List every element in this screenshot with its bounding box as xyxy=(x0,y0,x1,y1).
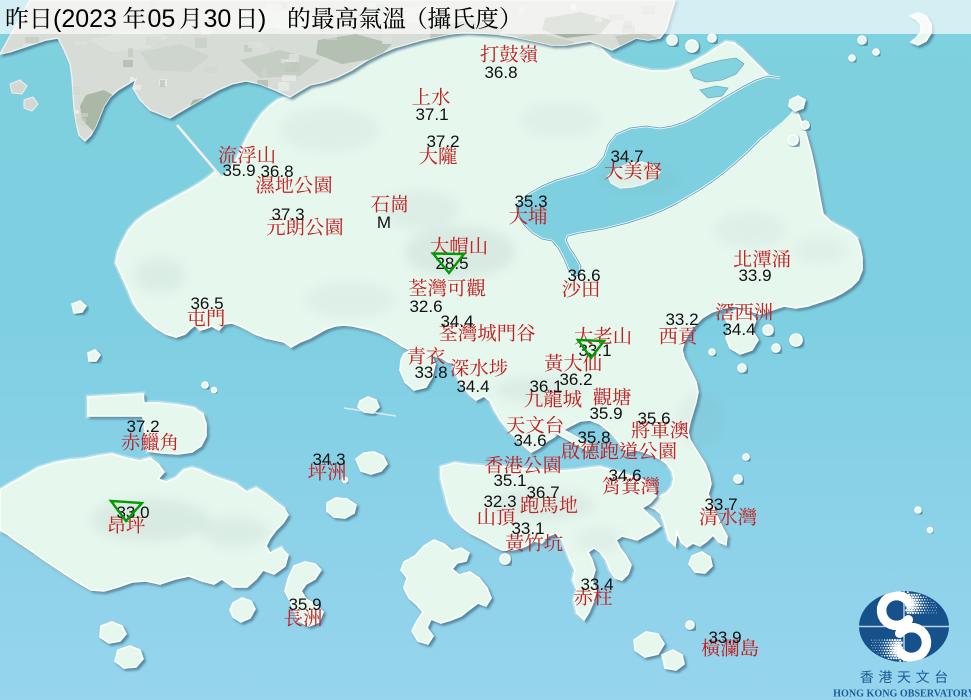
svg-text:): ) xyxy=(258,5,266,33)
svg-text:37.3: 37.3 xyxy=(271,205,304,224)
svg-text:(2023: (2023 xyxy=(53,5,117,33)
svg-text:36.6: 36.6 xyxy=(567,266,600,285)
svg-text:34.4: 34.4 xyxy=(722,320,755,339)
svg-text:33.2: 33.2 xyxy=(665,310,698,329)
svg-text:35.9: 35.9 xyxy=(288,595,321,614)
svg-text:M: M xyxy=(377,213,391,232)
svg-text:HONG KONG OBSERVATORY: HONG KONG OBSERVATORY xyxy=(833,689,971,700)
svg-text:34.6: 34.6 xyxy=(513,431,546,450)
svg-text:34.3: 34.3 xyxy=(312,450,345,469)
svg-text:33.1: 33.1 xyxy=(511,519,544,538)
svg-text:33.9: 33.9 xyxy=(738,266,771,285)
svg-text:35.6: 35.6 xyxy=(637,409,670,428)
svg-text:33.7: 33.7 xyxy=(704,495,737,514)
svg-text:36.8: 36.8 xyxy=(484,63,517,82)
svg-text:32.3: 32.3 xyxy=(483,492,516,511)
svg-text:35.9: 35.9 xyxy=(222,161,255,180)
svg-text:34.6: 34.6 xyxy=(608,466,641,485)
svg-text:35.1: 35.1 xyxy=(493,471,526,490)
svg-text:34.4: 34.4 xyxy=(440,312,473,331)
svg-text:33.8: 33.8 xyxy=(414,363,447,382)
svg-text:37.2: 37.2 xyxy=(126,417,159,436)
svg-text:35.9: 35.9 xyxy=(589,404,622,423)
svg-text:36.1: 36.1 xyxy=(529,377,562,396)
svg-text:35.8: 35.8 xyxy=(577,428,610,447)
svg-text:05: 05 xyxy=(148,5,176,33)
svg-text:30: 30 xyxy=(204,5,232,33)
svg-text:34.4: 34.4 xyxy=(456,377,489,396)
svg-text:36.2: 36.2 xyxy=(559,370,592,389)
svg-text:32.6: 32.6 xyxy=(409,297,442,316)
svg-text:36.7: 36.7 xyxy=(526,483,559,502)
svg-text:35.3: 35.3 xyxy=(514,192,547,211)
svg-text:34.7: 34.7 xyxy=(610,147,643,166)
svg-text:36.8: 36.8 xyxy=(260,162,293,181)
svg-text:33.4: 33.4 xyxy=(580,575,613,594)
svg-text:37.2: 37.2 xyxy=(426,132,459,151)
svg-text:37.1: 37.1 xyxy=(415,105,448,124)
svg-text:36.5: 36.5 xyxy=(190,294,223,313)
svg-text:33.9: 33.9 xyxy=(708,628,741,647)
